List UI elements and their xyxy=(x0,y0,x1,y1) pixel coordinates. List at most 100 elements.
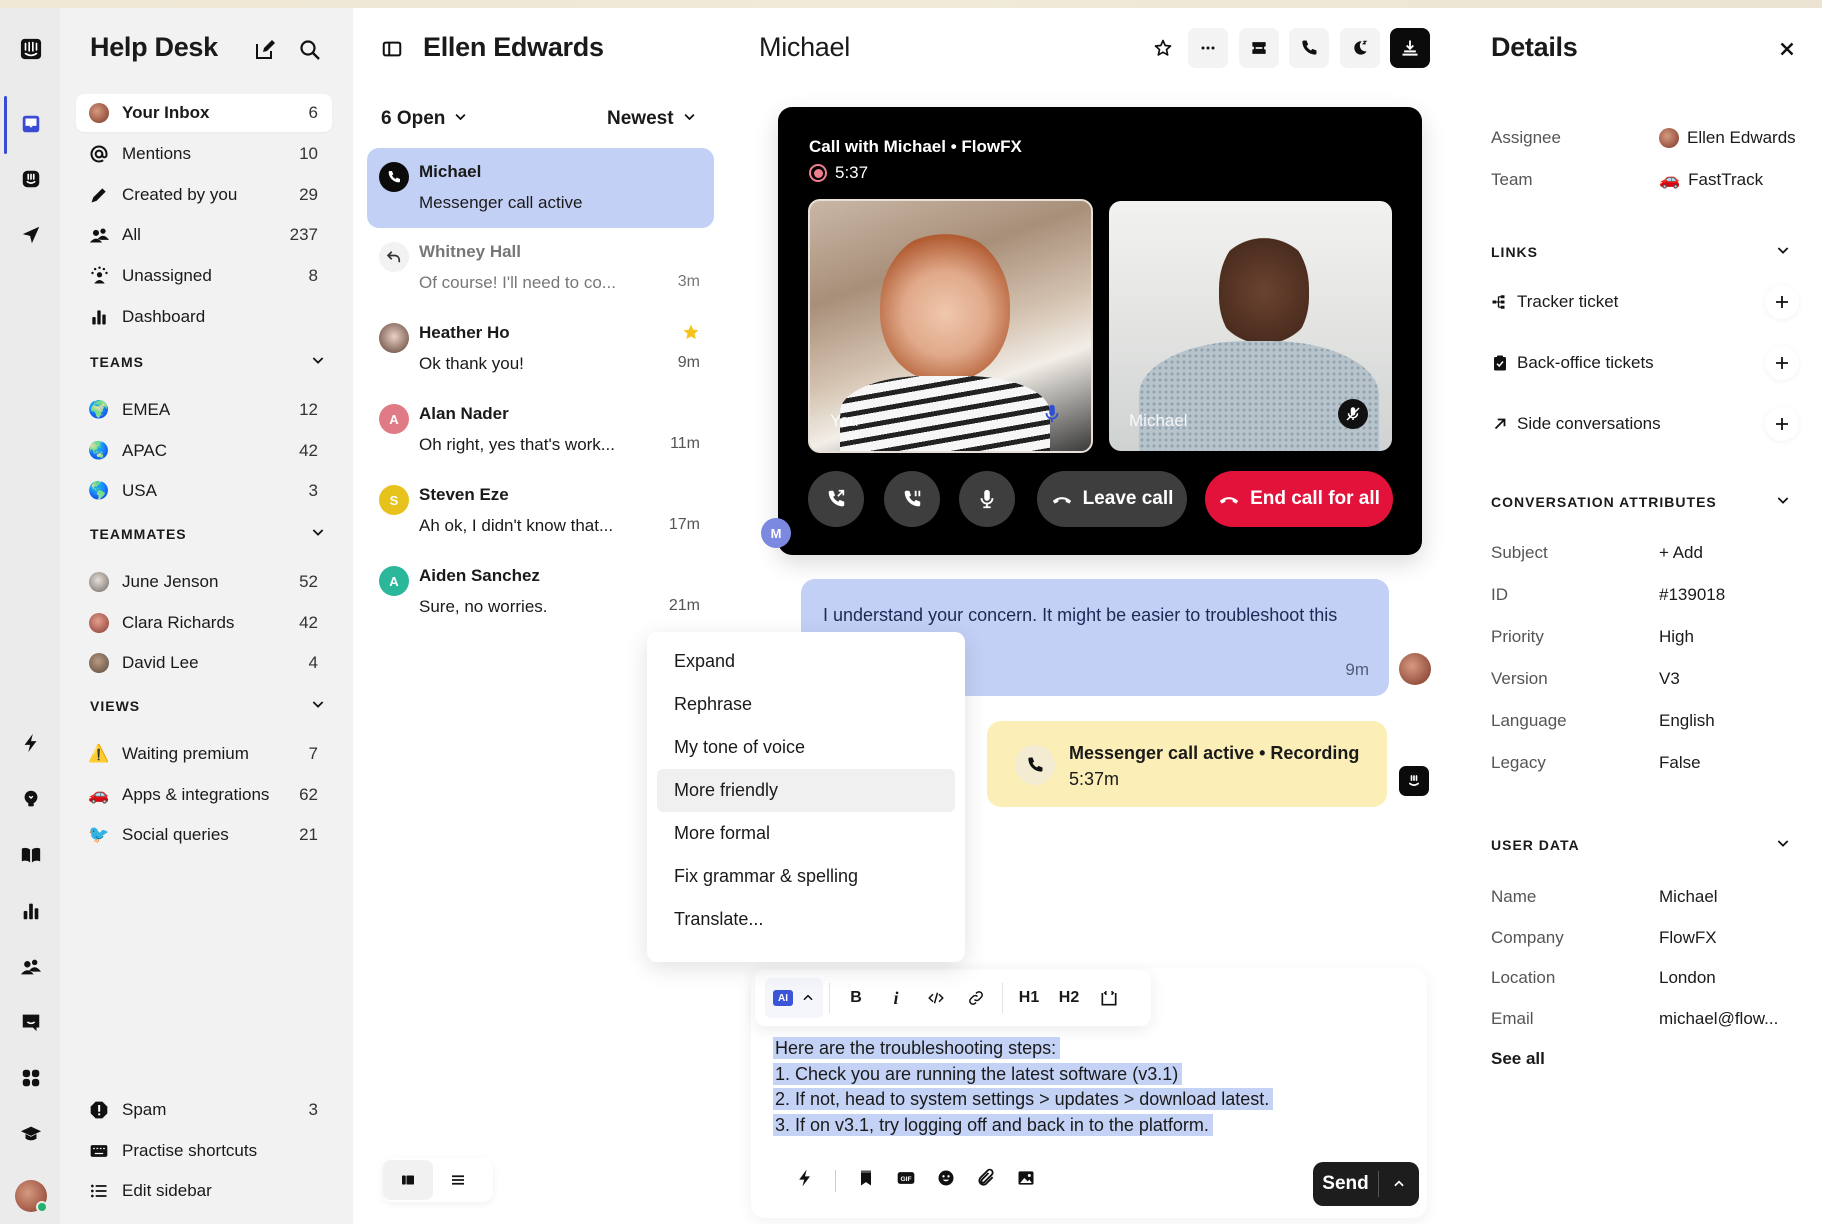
link-back-office-tickets[interactable]: Back-office tickets xyxy=(1491,346,1799,380)
link-button[interactable] xyxy=(956,978,996,1018)
link-tracker-ticket[interactable]: Tracker ticket xyxy=(1491,285,1799,319)
split-view-button[interactable] xyxy=(383,1160,433,1200)
bold-button[interactable]: B xyxy=(836,978,876,1018)
intercom-logo-icon[interactable] xyxy=(18,36,44,62)
assignee-row[interactable]: Assignee Ellen Edwards xyxy=(1491,128,1801,148)
user-data-row[interactable]: Name Michael xyxy=(1491,887,1801,907)
lightbulb-icon[interactable] xyxy=(18,786,44,812)
add-back-office-ticket-button[interactable] xyxy=(1765,346,1799,380)
contacts-icon[interactable] xyxy=(18,954,44,980)
menu-item-tone-of-voice[interactable]: My tone of voice xyxy=(657,726,955,769)
sidebar-item-teammate[interactable]: David Lee 4 xyxy=(76,644,332,682)
field-value[interactable]: V3 xyxy=(1659,669,1680,689)
user-avatar[interactable] xyxy=(15,1180,48,1213)
menu-item-more-formal[interactable]: More formal xyxy=(657,812,955,855)
sidebar-item-team-emea[interactable]: 🌍 EMEA 12 xyxy=(76,391,332,429)
image-icon[interactable] xyxy=(1016,1168,1036,1193)
attribute-row[interactable]: Legacy False xyxy=(1491,753,1801,773)
link-side-conversations[interactable]: Side conversations xyxy=(1491,407,1799,441)
reports-icon[interactable] xyxy=(18,898,44,924)
sidebar-item-dashboard[interactable]: Dashboard xyxy=(76,298,332,336)
conversation-item[interactable]: A Aiden Sanchez Sure, no worries. 21m xyxy=(367,552,714,632)
conversation-item[interactable]: Whitney Hall Of course! I'll need to co.… xyxy=(367,228,714,308)
sidebar-item-teammate[interactable]: Clara Richards 42 xyxy=(76,604,332,642)
close-conversation-button[interactable] xyxy=(1390,28,1430,68)
gif-icon[interactable]: GIF xyxy=(896,1168,916,1193)
call-button[interactable] xyxy=(1289,28,1329,68)
academy-icon[interactable] xyxy=(18,1121,44,1147)
field-value[interactable]: English xyxy=(1659,711,1715,731)
menu-item-translate[interactable]: Translate... xyxy=(657,898,955,941)
article-icon[interactable] xyxy=(856,1168,876,1193)
heading2-button[interactable]: H2 xyxy=(1049,978,1089,1018)
add-tracker-ticket-button[interactable] xyxy=(1765,285,1799,319)
leave-call-button[interactable]: Leave call xyxy=(1037,471,1187,527)
user-data-row[interactable]: Company FlowFX xyxy=(1491,928,1801,948)
snooze-button[interactable] xyxy=(1340,28,1380,68)
star-button[interactable] xyxy=(1143,28,1183,68)
sidebar-item-team-usa[interactable]: 🌎 USA 3 xyxy=(76,472,332,510)
teams-section-header[interactable]: TEAMS xyxy=(90,352,326,371)
sidebar-item-practise-shortcuts[interactable]: Practise shortcuts xyxy=(76,1132,332,1170)
conversation-item[interactable]: Heather Ho Ok thank you! 9m xyxy=(367,309,714,389)
messenger-icon[interactable] xyxy=(18,1009,44,1035)
attachment-icon[interactable] xyxy=(976,1168,996,1193)
conversation-attributes-header[interactable]: CONVERSATION ATTRIBUTES xyxy=(1491,492,1791,511)
inbox-icon[interactable] xyxy=(18,111,44,137)
menu-item-more-friendly[interactable]: More friendly xyxy=(657,769,955,812)
sort-dropdown[interactable]: Newest xyxy=(607,108,697,130)
star-icon[interactable] xyxy=(682,323,700,346)
conversation-item-selected[interactable]: Michael Messenger call active xyxy=(367,148,714,228)
attribute-row[interactable]: Language English xyxy=(1491,711,1801,731)
list-view-button[interactable] xyxy=(433,1160,483,1200)
send-options-chevron-icon[interactable] xyxy=(1379,1177,1419,1191)
menu-item-rephrase[interactable]: Rephrase xyxy=(657,683,955,726)
add-side-conversation-button[interactable] xyxy=(1765,407,1799,441)
macros-icon[interactable] xyxy=(795,1168,815,1193)
attribute-row[interactable]: Subject + Add xyxy=(1491,543,1801,563)
end-call-for-all-button[interactable]: End call for all xyxy=(1205,471,1393,527)
user-data-header[interactable]: USER DATA xyxy=(1491,835,1791,854)
video-tile-you[interactable]: You xyxy=(808,199,1093,453)
reply-composer[interactable]: AI B i H1 H2 Here are the troubleshootin… xyxy=(751,968,1427,1218)
team-row[interactable]: Team 🚗 FastTrack xyxy=(1491,170,1801,190)
sidebar-item-created-by-you[interactable]: Created by you 29 xyxy=(76,176,332,214)
mute-button[interactable] xyxy=(959,471,1015,527)
heading1-button[interactable]: H1 xyxy=(1009,978,1049,1018)
status-filter-dropdown[interactable]: 6 Open xyxy=(381,108,468,130)
apps-grid-icon[interactable] xyxy=(18,1065,44,1091)
code-block-button[interactable] xyxy=(1089,978,1129,1018)
sidebar-item-teammate[interactable]: June Jenson 52 xyxy=(76,563,332,601)
draft-text[interactable]: Here are the troubleshooting steps: 1. C… xyxy=(773,1036,1274,1138)
see-all-link[interactable]: See all xyxy=(1491,1049,1801,1069)
teammates-section-header[interactable]: TEAMMATES xyxy=(90,524,326,543)
ticket-button[interactable] xyxy=(1239,28,1279,68)
user-data-row[interactable]: Location London xyxy=(1491,968,1801,988)
lightning-icon[interactable] xyxy=(18,730,44,756)
close-icon[interactable] xyxy=(1776,38,1798,60)
attribute-row[interactable]: ID #139018 xyxy=(1491,585,1801,605)
sidebar-item-all[interactable]: All 237 xyxy=(76,216,332,254)
sidebar-item-edit-sidebar[interactable]: Edit sidebar xyxy=(76,1172,332,1210)
field-value[interactable]: + Add xyxy=(1659,543,1703,563)
ai-assist-button[interactable]: AI xyxy=(765,978,823,1018)
attribute-row[interactable]: Version V3 xyxy=(1491,669,1801,689)
sidebar-item-your-inbox[interactable]: Your Inbox 6 xyxy=(76,94,332,132)
sidebar-item-view-social[interactable]: 🐦 Social queries 21 xyxy=(76,816,332,854)
sidebar-item-view-waiting-premium[interactable]: ⚠️ Waiting premium 7 xyxy=(76,735,332,773)
links-section-header[interactable]: LINKS xyxy=(1491,242,1791,261)
compose-icon[interactable] xyxy=(253,38,277,62)
conversation-item[interactable]: S Steven Eze Ah ok, I didn't know that..… xyxy=(367,471,714,551)
sidebar-item-view-apps[interactable]: 🚗 Apps & integrations 62 xyxy=(76,776,332,814)
user-data-row[interactable]: Email michael@flow... xyxy=(1491,1009,1801,1029)
send-button[interactable]: Send xyxy=(1313,1162,1419,1206)
menu-item-expand[interactable]: Expand xyxy=(657,640,955,683)
outbound-icon[interactable] xyxy=(18,222,44,248)
sidebar-item-spam[interactable]: Spam 3 xyxy=(76,1091,332,1129)
transfer-call-button[interactable] xyxy=(808,471,864,527)
toggle-sidebar-icon[interactable] xyxy=(381,38,403,60)
search-icon[interactable] xyxy=(298,38,322,62)
menu-item-fix-grammar[interactable]: Fix grammar & spelling xyxy=(657,855,955,898)
code-button[interactable] xyxy=(916,978,956,1018)
more-button[interactable] xyxy=(1188,28,1228,68)
